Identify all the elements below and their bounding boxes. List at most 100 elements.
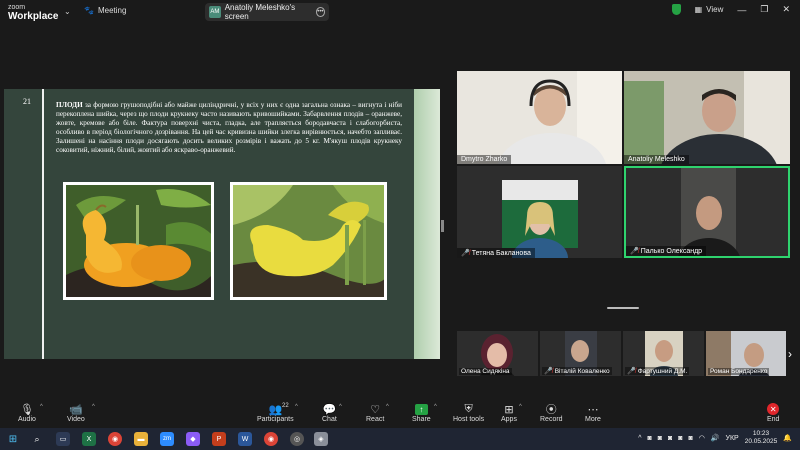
grid-icon: ▦ [694,5,703,14]
chevron-up-icon[interactable]: ^ [638,435,641,442]
chevron-up-icon[interactable]: ^ [92,404,95,410]
participant-name: Anatoliy Meleshko [624,155,689,164]
app-icon[interactable]: ◆ [186,432,200,446]
share-button[interactable]: ↑ Share ^ [412,402,437,423]
meeting-label: Meeting [97,6,127,15]
security-shield-icon[interactable] [671,4,681,15]
task-view-icon[interactable]: ▭ [56,432,70,446]
chevron-up-icon[interactable]: ^ [434,404,437,410]
chevron-down-icon[interactable]: ⌄ [64,7,71,16]
more-icon: ⋯ [587,403,599,416]
word-icon[interactable]: W [238,432,252,446]
slide-number: 21 [23,97,31,106]
tray-app-icon[interactable]: ◙ [648,435,652,442]
squash-photo-orange [63,182,214,300]
wifi-icon[interactable]: ◠ [699,434,705,442]
apps-button[interactable]: ⊞ Apps ^ [501,402,522,424]
mic-muted-icon: 🎤̸ [544,368,553,375]
paw-icon: 🐾 [84,6,94,15]
slide-divider [42,89,44,359]
app-icon[interactable]: ◈ [314,432,328,446]
heart-icon: ♡ [370,403,381,416]
chrome-icon[interactable]: ◉ [264,432,278,446]
apps-icon: ⊞ [504,403,514,416]
more-button[interactable]: ⋯ More [585,402,601,424]
minimize-icon[interactable]: — [737,5,746,15]
video-tile[interactable]: Dmytro Zharko [457,71,622,164]
chevron-right-icon[interactable]: › [788,347,792,361]
thumbnail-tile[interactable]: Роман Бондаренко [706,331,786,376]
tray-app-icon[interactable]: ◙ [688,435,692,442]
restore-icon[interactable]: ❐ [760,4,768,15]
video-tile[interactable]: 🎤̸ Тетяна Бакланова [457,166,622,258]
chat-button[interactable]: 💬 Chat ^ [322,402,342,424]
participant-name: 🎤̸ Палько Олександр [626,246,707,256]
participant-name: 🎤̸ Тетяна Бакланова [457,248,535,258]
shield-icon: ⛨ [464,402,473,415]
keyboard-language[interactable]: УКР [726,435,739,442]
windows-taskbar: ⊞ ⌕ ▭ X ◉ ▬ zm ◆ P W ◉ ◎ ◈ ^ ◙ ◙ ◙ ◙ ◙ ◠… [0,428,800,450]
thumbnail-tile[interactable]: 🎤̸ Віталій Коваленко [540,331,621,376]
video-tile[interactable]: Anatoliy Meleshko [624,71,790,164]
windows-start-icon[interactable]: ⊞ [6,432,20,446]
app-icon[interactable]: ◎ [290,432,304,446]
avatar: AM [209,6,221,18]
notification-bell-icon[interactable]: 🔔 [783,434,792,442]
clock[interactable]: 10:23 20.05.2025 [745,430,778,446]
close-icon[interactable]: ✕ [782,4,790,15]
chrome-icon[interactable]: ◉ [108,432,122,446]
chevron-up-icon[interactable]: ^ [386,404,389,410]
participant-name: Dmytro Zharko [457,155,512,164]
host-tools-button[interactable]: ⛨ Host tools [453,402,484,424]
record-icon: ⦿ [545,404,557,416]
excel-icon[interactable]: X [82,432,96,446]
presentation-slide: 21 ПЛОДИ за формою грушоподібні або майж… [4,89,440,359]
folder-icon[interactable]: ▬ [134,432,148,446]
chevron-up-icon[interactable]: ^ [40,404,43,410]
video-tile-active-speaker[interactable]: 🎤̸ Палько Олександр [624,166,790,258]
end-button[interactable]: ✕ End [767,402,779,423]
video-button[interactable]: 📹 Video ^ [67,402,95,424]
share-screen-icon: ↑ [414,403,428,415]
title-bar: zoom Workplace ⌄ 🐾 Meeting AM Anatoliy M… [0,0,800,25]
chevron-up-icon[interactable]: ^ [339,404,342,410]
participant-name: 🎤̸ Фартушний Д.М. [625,367,690,375]
tray-app-icon[interactable]: ◙ [658,435,662,442]
screen-share-indicator[interactable]: AM Anatoliy Meleshko's screen ••• [205,3,329,21]
mic-muted-icon: 🎤̸ [630,248,639,255]
audio-button[interactable]: 🎙 Audio ^ [18,402,43,424]
tray-app-icon[interactable]: ◙ [668,435,672,442]
close-icon: ✕ [767,403,780,415]
video-off-icon: 📹 [69,403,83,416]
chevron-up-icon[interactable]: ^ [519,404,522,410]
meeting-toolbar: 🎙 Audio ^ 📹 Video ^ 👥 22 Participants ^ … [0,398,800,428]
participant-name: Роман Бондаренко [708,368,770,375]
share-title: Anatoliy Meleshko's screen [224,3,296,21]
zoom-app-icon[interactable]: zm [160,432,174,446]
mic-muted-icon: 🎤̸ [461,250,470,257]
slide-text: ПЛОДИ за формою грушоподібні або майже ц… [56,101,402,154]
search-icon[interactable]: ⌕ [30,432,44,446]
tray-app-icon[interactable]: ◙ [678,435,682,442]
chevron-up-icon[interactable]: ^ [295,404,298,410]
squash-photo-yellow [230,182,387,300]
powerpoint-icon[interactable]: P [212,432,226,446]
participants-icon: 👥 [268,403,283,416]
volume-icon[interactable]: 🔊 [711,434,720,442]
thumbnail-tile[interactable]: Олена Сидякіна [457,331,538,376]
zoom-logo: zoom Workplace [8,4,59,22]
view-button[interactable]: ▦ View [695,5,724,14]
panel-resize-handle[interactable] [441,220,444,232]
shared-screen: 21 ПЛОДИ за формою грушоподібні або майж… [0,25,445,385]
microphone-icon: 🎙 [19,403,34,416]
more-options-icon[interactable]: ••• [315,7,325,17]
participant-name: Олена Сидякіна [459,368,512,375]
meeting-info-button[interactable]: 🐾 Meeting [84,6,126,15]
page-indicator[interactable] [607,307,639,309]
mic-muted-icon: 🎤̸ [627,368,636,375]
participants-button[interactable]: 👥 22 Participants ^ [257,402,298,423]
chat-icon: 💬 [322,403,337,416]
react-button[interactable]: ♡ React ^ [366,402,389,424]
record-button[interactable]: ⦿ Record [540,402,563,423]
thumbnail-tile[interactable]: 🎤̸ Фартушний Д.М. [623,331,704,376]
